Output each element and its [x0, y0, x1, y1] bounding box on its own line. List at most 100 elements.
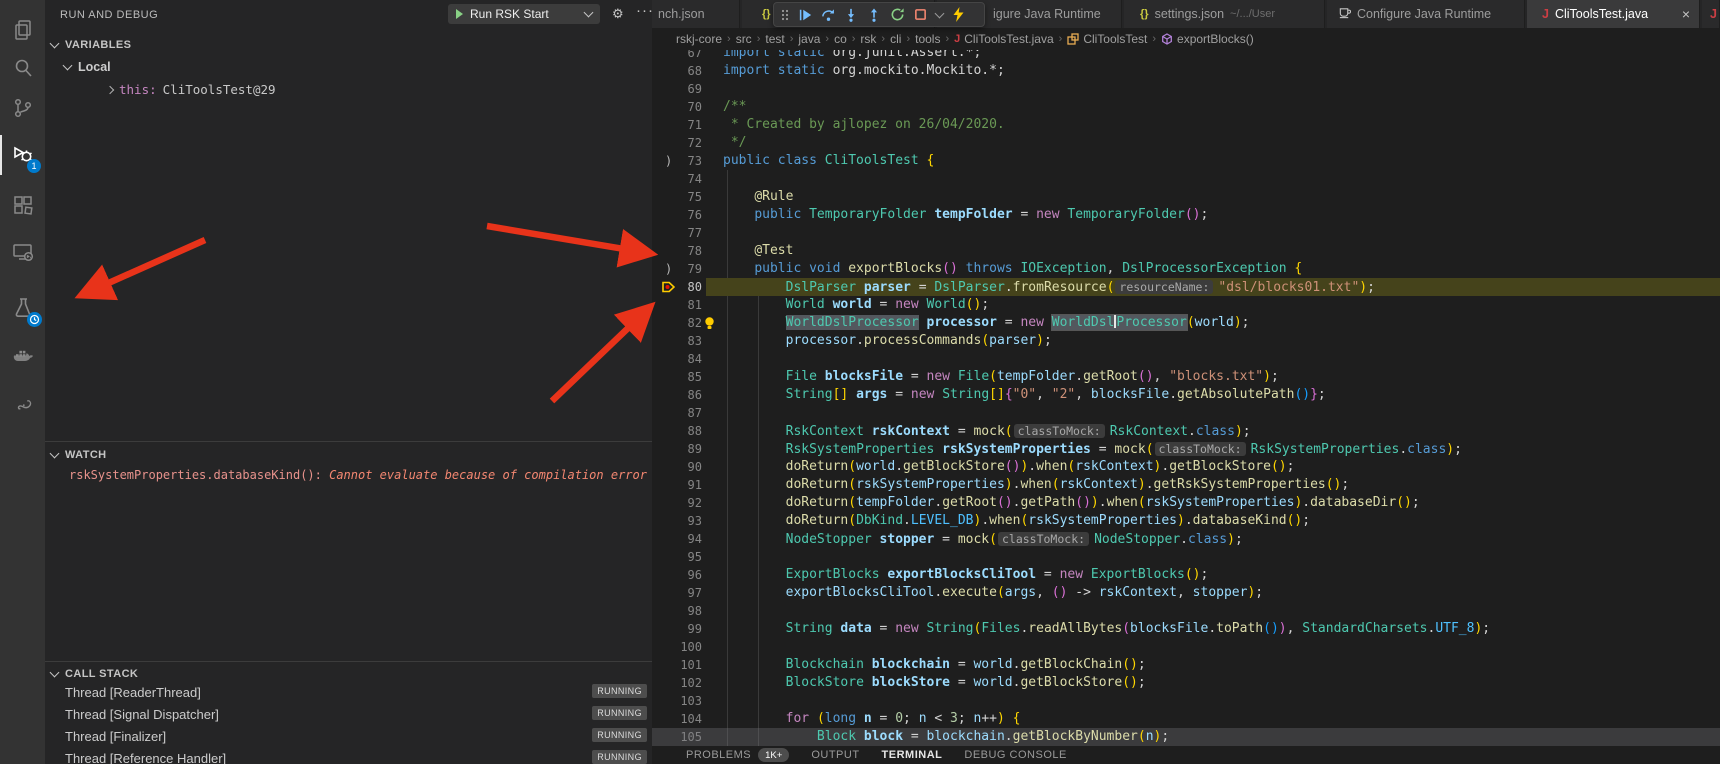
breadcrumb-item[interactable]: src — [736, 32, 752, 46]
code-line-89[interactable]: 89 RskSystemProperties rskSystemProperti… — [652, 440, 1720, 458]
panel-tab-output[interactable]: OUTPUT — [811, 749, 859, 761]
code-line-87[interactable]: 87 — [652, 404, 1720, 422]
line-number[interactable]: 67 — [671, 50, 702, 60]
gutter-glyph-margin[interactable] — [652, 134, 671, 152]
code-line-75[interactable]: 75 @Rule — [652, 188, 1720, 206]
gutter-glyph-margin[interactable] — [652, 566, 671, 584]
breadcrumb-item[interactable]: rskj-core — [676, 32, 722, 46]
gutter-glyph-margin[interactable] — [652, 530, 671, 548]
code-line-98[interactable]: 98 — [652, 602, 1720, 620]
close-icon[interactable]: × — [1682, 6, 1690, 22]
watch-section-header[interactable]: WATCH — [45, 446, 652, 464]
line-number[interactable]: 70 — [671, 100, 702, 114]
gutter-glyph-margin[interactable] — [652, 476, 671, 494]
drag-handle-icon[interactable] — [780, 7, 790, 23]
code-line-80[interactable]: 80 DslParser parser = DslParser.fromReso… — [652, 278, 1720, 296]
line-number[interactable]: 103 — [671, 694, 702, 708]
code-line-70[interactable]: 70/** — [652, 98, 1720, 116]
breadcrumb-item[interactable]: java — [798, 32, 820, 46]
watch-expression[interactable]: rskSystemProperties.databaseKind(): Cann… — [69, 468, 649, 482]
gutter-glyph-margin[interactable] — [652, 458, 671, 476]
tab-clitoolstest-java[interactable]: J CliToolsTest.java × — [1527, 0, 1700, 28]
remote-explorer-icon[interactable] — [0, 232, 45, 272]
code-line-74[interactable]: 74 — [652, 170, 1720, 188]
hot-code-replace-icon[interactable] — [950, 7, 966, 23]
code-line-68[interactable]: 68import static org.mockito.Mockito.*; — [652, 62, 1720, 80]
code-line-92[interactable]: 92 doReturn(tempFolder.getRoot().getPath… — [652, 494, 1720, 512]
gutter-glyph-margin[interactable] — [652, 440, 671, 458]
code-editor[interactable]: 67import static org.junit.Assert.*;68imp… — [652, 50, 1720, 746]
line-number[interactable]: 89 — [671, 442, 702, 456]
code-line-78[interactable]: 78 @Test — [652, 242, 1720, 260]
gutter-glyph-margin[interactable] — [652, 548, 671, 566]
gutter-glyph-margin[interactable] — [652, 584, 671, 602]
variables-section-header[interactable]: VARIABLES — [45, 36, 652, 54]
line-number[interactable]: 97 — [671, 586, 702, 600]
gutter-glyph-margin[interactable] — [652, 242, 671, 260]
code-line-101[interactable]: 101 Blockchain blockchain = world.getBlo… — [652, 656, 1720, 674]
code-line-67[interactable]: 67import static org.junit.Assert.*; — [652, 50, 1720, 62]
line-number[interactable]: 100 — [671, 640, 702, 654]
code-line-103[interactable]: 103 — [652, 692, 1720, 710]
code-line-100[interactable]: 100 — [652, 638, 1720, 656]
line-number[interactable]: 98 — [671, 604, 702, 618]
gutter-glyph-margin[interactable] — [652, 620, 671, 638]
launch-config-dropdown[interactable]: Run RSK Start — [448, 4, 600, 24]
search-icon[interactable] — [0, 48, 45, 88]
line-number[interactable]: 75 — [671, 190, 702, 204]
line-number[interactable]: 99 — [671, 622, 702, 636]
step-into-icon[interactable] — [843, 7, 859, 23]
gradle-icon[interactable] — [0, 385, 45, 425]
gutter-glyph-margin[interactable] — [652, 314, 671, 332]
gutter-glyph-margin[interactable] — [652, 512, 671, 530]
code-line-82[interactable]: 82 WorldDslProcessor processor = new Wor… — [652, 314, 1720, 332]
gutter-glyph-margin[interactable] — [652, 638, 671, 656]
tab-configure-java-runtime-2[interactable]: Configure Java Runtime — [1327, 0, 1525, 28]
line-number[interactable]: 105 — [671, 730, 702, 744]
stop-menu-chevron-icon[interactable] — [935, 7, 943, 23]
stop-icon[interactable] — [912, 7, 928, 23]
more-actions-icon[interactable]: ··· — [636, 2, 652, 19]
line-number[interactable]: 82 — [671, 316, 702, 330]
gutter-glyph-margin[interactable] — [652, 404, 671, 422]
gutter-glyph-margin[interactable] — [652, 296, 671, 314]
code-line-85[interactable]: 85 File blocksFile = new File(tempFolder… — [652, 368, 1720, 386]
line-number[interactable]: 102 — [671, 676, 702, 690]
code-line-69[interactable]: 69 — [652, 80, 1720, 98]
code-line-94[interactable]: 94 NodeStopper stopper = mock(classToMoc… — [652, 530, 1720, 548]
gutter-glyph-margin[interactable] — [652, 278, 671, 296]
breadcrumb-item[interactable]: JCliToolsTest.java — [954, 32, 1054, 46]
line-number[interactable]: 77 — [671, 226, 702, 240]
source-control-icon[interactable] — [0, 88, 45, 128]
breadcrumb-item[interactable]: CliToolsTest — [1067, 32, 1147, 46]
gutter-glyph-margin[interactable] — [652, 674, 671, 692]
run-and-debug-icon[interactable]: 1 — [0, 135, 45, 175]
line-number[interactable]: 90 — [671, 460, 702, 474]
gutter-glyph-margin[interactable] — [652, 386, 671, 404]
gutter-glyph-margin[interactable] — [652, 350, 671, 368]
code-line-86[interactable]: 86 String[] args = new String[]{"0", "2"… — [652, 386, 1720, 404]
start-debug-icon[interactable] — [456, 9, 463, 19]
line-number[interactable]: 91 — [671, 478, 702, 492]
restart-icon[interactable] — [889, 7, 905, 23]
gutter-glyph-margin[interactable] — [652, 494, 671, 512]
tab-settings-json[interactable]: {} settings.json ~/.../User — [1124, 0, 1325, 28]
call-stack-thread[interactable]: Thread [Finalizer]RUNNING — [45, 725, 652, 747]
gutter-glyph-margin[interactable] — [652, 602, 671, 620]
line-number[interactable]: 78 — [671, 244, 702, 258]
step-out-icon[interactable] — [866, 7, 882, 23]
line-number[interactable]: 88 — [671, 424, 702, 438]
call-stack-thread[interactable]: Thread [Reference Handler]RUNNING — [45, 747, 652, 764]
panel-tab-problems[interactable]: PROBLEMS 1K+ — [686, 748, 789, 762]
line-number[interactable]: 95 — [671, 550, 702, 564]
line-number[interactable]: 73 — [671, 154, 702, 168]
code-line-90[interactable]: 90 doReturn(world.getBlockStore()).when(… — [652, 458, 1720, 476]
code-line-104[interactable]: 104 for (long n = 0; n < 3; n++) { — [652, 710, 1720, 728]
line-number[interactable]: 81 — [671, 298, 702, 312]
code-line-77[interactable]: 77 — [652, 224, 1720, 242]
variables-scope-local[interactable]: Local — [64, 60, 111, 74]
line-number[interactable]: 85 — [671, 370, 702, 384]
gear-icon[interactable]: ⚙ — [612, 6, 624, 22]
continue-icon[interactable] — [797, 7, 813, 23]
gutter-glyph-margin[interactable] — [652, 368, 671, 386]
